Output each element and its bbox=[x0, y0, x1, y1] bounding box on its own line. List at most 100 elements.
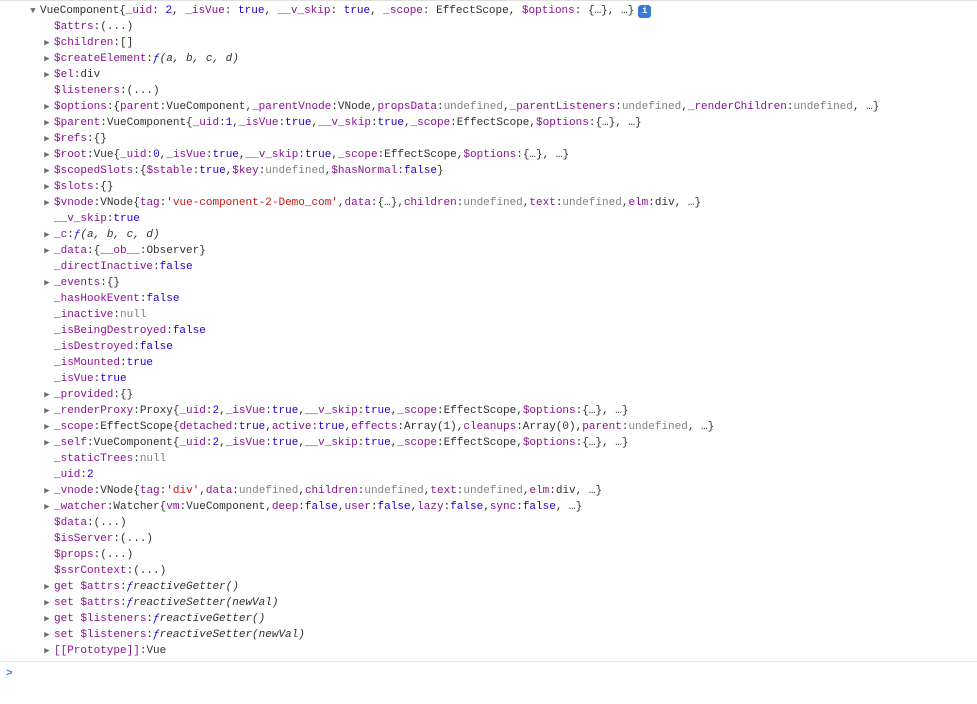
expand-arrow-icon[interactable]: ▶ bbox=[42, 643, 52, 659]
property-key: _inactive bbox=[54, 307, 113, 323]
property-row[interactable]: _directInactive: false bbox=[28, 259, 977, 275]
expand-arrow-icon[interactable]: ▶ bbox=[42, 67, 52, 83]
property-key: $listeners bbox=[54, 83, 120, 99]
expand-arrow-icon[interactable]: ▶ bbox=[42, 419, 52, 435]
console-output-panel: ▼VueComponent {_uid: 2, _isVue: true, __… bbox=[0, 0, 977, 661]
property-row[interactable]: ▶$parent: VueComponent {_uid: 1, _isVue:… bbox=[28, 115, 977, 131]
property-row[interactable]: ▶$vnode: VNode {tag: 'vue-component-2-De… bbox=[28, 195, 977, 211]
property-row[interactable]: ▶get $attrs: ƒ reactiveGetter() bbox=[28, 579, 977, 595]
property-row[interactable]: ▶$children: [] bbox=[28, 35, 977, 51]
expand-arrow-icon[interactable]: ▶ bbox=[42, 131, 52, 147]
property-value: false bbox=[146, 291, 179, 307]
property-row[interactable]: ▶$root: Vue {_uid: 0, _isVue: true, __v_… bbox=[28, 147, 977, 163]
property-key: $ssrContext bbox=[54, 563, 127, 579]
expand-arrow-icon[interactable]: ▶ bbox=[42, 579, 52, 595]
property-value: {} bbox=[100, 179, 113, 195]
expand-arrow-icon[interactable]: ▶ bbox=[42, 99, 52, 115]
property-row[interactable]: ▶_c: ƒ (a, b, c, d) bbox=[28, 227, 977, 243]
property-row[interactable]: _isVue: true bbox=[28, 371, 977, 387]
expand-arrow-icon[interactable]: ▶ bbox=[42, 179, 52, 195]
property-row[interactable]: ▶_watcher: Watcher {vm: VueComponent, de… bbox=[28, 499, 977, 515]
property-key: set $attrs bbox=[54, 595, 120, 611]
property-row[interactable]: _hasHookEvent: false bbox=[28, 291, 977, 307]
expand-arrow-icon[interactable]: ▶ bbox=[42, 275, 52, 291]
expand-arrow-icon[interactable]: ▶ bbox=[42, 387, 52, 403]
property-key: $isServer bbox=[54, 531, 113, 547]
property-row[interactable]: ▶$options: {parent: VueComponent, _paren… bbox=[28, 99, 977, 115]
property-key: get $listeners bbox=[54, 611, 146, 627]
expand-arrow-icon[interactable]: ▶ bbox=[42, 499, 52, 515]
expand-arrow-icon[interactable]: ▶ bbox=[42, 115, 52, 131]
property-key: _provided bbox=[54, 387, 113, 403]
property-row[interactable]: _inactive: null bbox=[28, 307, 977, 323]
property-key: __v_skip bbox=[54, 211, 107, 227]
property-row[interactable]: _isMounted: true bbox=[28, 355, 977, 371]
property-row[interactable]: _isBeingDestroyed: false bbox=[28, 323, 977, 339]
property-row[interactable]: ▶_self: VueComponent {_uid: 2, _isVue: t… bbox=[28, 435, 977, 451]
property-value: Vue bbox=[94, 147, 114, 163]
expand-arrow-icon[interactable]: ▶ bbox=[42, 627, 52, 643]
expand-arrow-icon[interactable]: ▶ bbox=[42, 51, 52, 67]
property-value: (...) bbox=[127, 83, 160, 99]
property-row[interactable]: ▶_scope: EffectScope {detached: true, ac… bbox=[28, 419, 977, 435]
property-row[interactable]: ▶_vnode: VNode {tag: 'div', data: undefi… bbox=[28, 483, 977, 499]
object-header-line[interactable]: ▼VueComponent {_uid: 2, _isVue: true, __… bbox=[28, 3, 977, 19]
expand-arrow-icon[interactable]: ▶ bbox=[42, 435, 52, 451]
property-row[interactable]: $data: (...) bbox=[28, 515, 977, 531]
property-row[interactable]: ▶$slots: {} bbox=[28, 179, 977, 195]
property-key: $options bbox=[54, 99, 107, 115]
expand-arrow-icon[interactable]: ▶ bbox=[42, 595, 52, 611]
property-value: false bbox=[160, 259, 193, 275]
property-key: $scopedSlots bbox=[54, 163, 133, 179]
property-row[interactable]: ▶_data: {__ob__: Observer} bbox=[28, 243, 977, 259]
property-key: _directInactive bbox=[54, 259, 153, 275]
property-row[interactable]: $props: (...) bbox=[28, 547, 977, 563]
expand-arrow-icon[interactable]: ▶ bbox=[42, 611, 52, 627]
property-row[interactable]: _uid: 2 bbox=[28, 467, 977, 483]
expand-arrow-icon[interactable]: ▶ bbox=[42, 483, 52, 499]
property-row[interactable]: ▶[[Prototype]]: Vue bbox=[28, 643, 977, 659]
property-row[interactable]: $listeners: (...) bbox=[28, 83, 977, 99]
property-row[interactable]: ▶set $listeners: ƒ reactiveSetter(newVal… bbox=[28, 627, 977, 643]
expand-arrow-icon[interactable]: ▶ bbox=[42, 243, 52, 259]
property-row[interactable]: ▶_events: {} bbox=[28, 275, 977, 291]
property-value: VNode bbox=[100, 483, 133, 499]
property-value: reactiveSetter(newVal) bbox=[160, 627, 305, 643]
property-key: _isDestroyed bbox=[54, 339, 133, 355]
property-key: $slots bbox=[54, 179, 94, 195]
property-row[interactable]: ▶_renderProxy: Proxy {_uid: 2, _isVue: t… bbox=[28, 403, 977, 419]
property-value: ƒ bbox=[153, 51, 160, 67]
property-key: $createElement bbox=[54, 51, 146, 67]
console-prompt-line[interactable]: > bbox=[0, 661, 977, 686]
property-row[interactable]: ▶set $attrs: ƒ reactiveSetter(newVal) bbox=[28, 595, 977, 611]
property-row[interactable]: ▶$scopedSlots: {$stable: true, $key: und… bbox=[28, 163, 977, 179]
property-row[interactable]: ▶get $listeners: ƒ reactiveGetter() bbox=[28, 611, 977, 627]
expand-arrow-icon[interactable]: ▶ bbox=[42, 163, 52, 179]
property-row[interactable]: ▶$createElement: ƒ (a, b, c, d) bbox=[28, 51, 977, 67]
property-key: _isBeingDestroyed bbox=[54, 323, 166, 339]
expand-arrow-icon[interactable]: ▶ bbox=[42, 403, 52, 419]
property-row[interactable]: __v_skip: true bbox=[28, 211, 977, 227]
property-row[interactable]: $isServer: (...) bbox=[28, 531, 977, 547]
property-value: ƒ bbox=[127, 595, 134, 611]
property-row[interactable]: ▶$refs: {} bbox=[28, 131, 977, 147]
property-row[interactable]: ▶$el: div bbox=[28, 67, 977, 83]
property-value: (...) bbox=[94, 515, 127, 531]
expand-arrow-icon[interactable]: ▶ bbox=[42, 35, 52, 51]
expand-arrow-down-icon[interactable]: ▼ bbox=[28, 3, 38, 19]
info-badge-icon[interactable]: i bbox=[638, 5, 651, 18]
expand-arrow-icon[interactable]: ▶ bbox=[42, 147, 52, 163]
property-row[interactable]: _staticTrees: null bbox=[28, 451, 977, 467]
expand-arrow-icon[interactable]: ▶ bbox=[42, 195, 52, 211]
property-row[interactable]: ▶_provided: {} bbox=[28, 387, 977, 403]
property-value: Watcher bbox=[113, 499, 159, 515]
property-row[interactable]: _isDestroyed: false bbox=[28, 339, 977, 355]
property-value: true bbox=[127, 355, 153, 371]
property-key: _c bbox=[54, 227, 67, 243]
property-value: null bbox=[120, 307, 146, 323]
property-row[interactable]: $attrs: (...) bbox=[28, 19, 977, 35]
property-row[interactable]: $ssrContext: (...) bbox=[28, 563, 977, 579]
expand-arrow-icon[interactable]: ▶ bbox=[42, 227, 52, 243]
property-key: _self bbox=[54, 435, 87, 451]
property-value: false bbox=[140, 339, 173, 355]
